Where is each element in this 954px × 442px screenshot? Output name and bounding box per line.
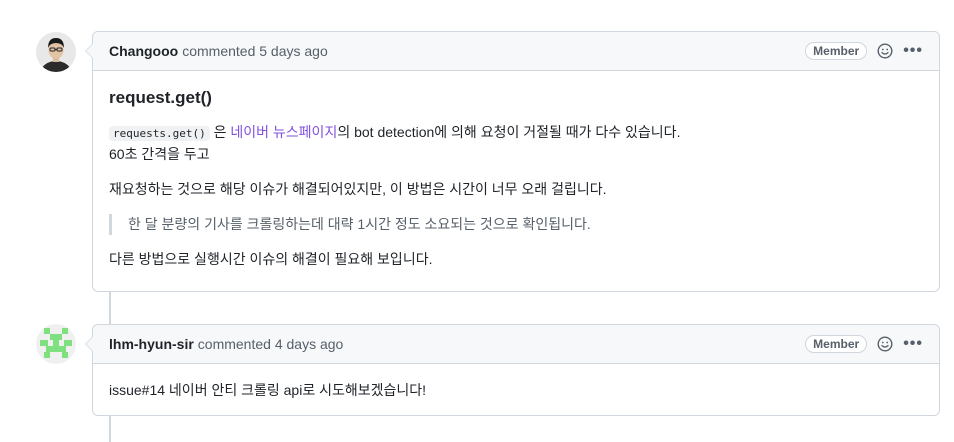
- avatar-lhm-hyun-sir[interactable]: [36, 324, 76, 364]
- timeline-line: [109, 415, 111, 442]
- comment-header: Changooo commented 5 days ago Member •••: [93, 32, 939, 71]
- kebab-horizontal-icon[interactable]: •••: [903, 43, 923, 59]
- comment-card: Changooo commented 5 days ago Member •••…: [85, 31, 940, 292]
- comment-timestamp[interactable]: commented 4 days ago: [198, 336, 344, 352]
- comment-paragraph: 다른 방법으로 실행시간 이슈의 해결이 필요해 보입니다.: [109, 251, 433, 267]
- news-page-link[interactable]: 네이버 뉴스페이지: [230, 124, 337, 140]
- comment-author[interactable]: lhm-hyun-sir: [109, 336, 194, 352]
- kebab-horizontal-icon[interactable]: •••: [903, 336, 923, 352]
- comment-quote: 한 달 분량의 기사를 크롤링하는데 대략 1시간 정도 소요되는 것으로 확인…: [109, 214, 923, 235]
- comment-paragraph: 재요청하는 것으로 해당 이슈가 해결되어있지만, 이 방법은 시간이 너무 오…: [109, 181, 607, 197]
- text-segment: 의 bot detection에 의해 요청이 거절될 때가 다수 있습니다.: [337, 124, 681, 140]
- smiley-icon[interactable]: [877, 43, 893, 59]
- member-badge: Member: [805, 42, 868, 60]
- comment-heading: request.get(): [109, 88, 212, 107]
- comment-header: lhm-hyun-sir commented 4 days ago Member…: [93, 325, 939, 364]
- comment-timestamp[interactable]: commented 5 days ago: [182, 43, 328, 59]
- comment-paragraph: requests.get() 은 네이버 뉴스페이지의 bot detectio…: [109, 122, 923, 144]
- avatar-changooo[interactable]: [36, 32, 76, 72]
- comment-line: 60초 간격을 두고: [109, 146, 210, 162]
- timeline-line: [109, 292, 111, 324]
- comment-body: issue#14 네이버 안티 크롤링 api로 시도해보겠습니다!: [93, 364, 939, 417]
- member-badge: Member: [805, 335, 868, 353]
- text-segment: 은: [209, 124, 231, 140]
- comment-author[interactable]: Changooo: [109, 43, 178, 59]
- inline-code: requests.get(): [109, 126, 210, 141]
- smiley-icon[interactable]: [877, 336, 893, 352]
- comment-paragraph: issue#14 네이버 안티 크롤링 api로 시도해보겠습니다!: [109, 382, 427, 398]
- comment-card: lhm-hyun-sir commented 4 days ago Member…: [85, 324, 940, 417]
- comment-body: request.get() requests.get() 은 네이버 뉴스페이지…: [93, 71, 939, 286]
